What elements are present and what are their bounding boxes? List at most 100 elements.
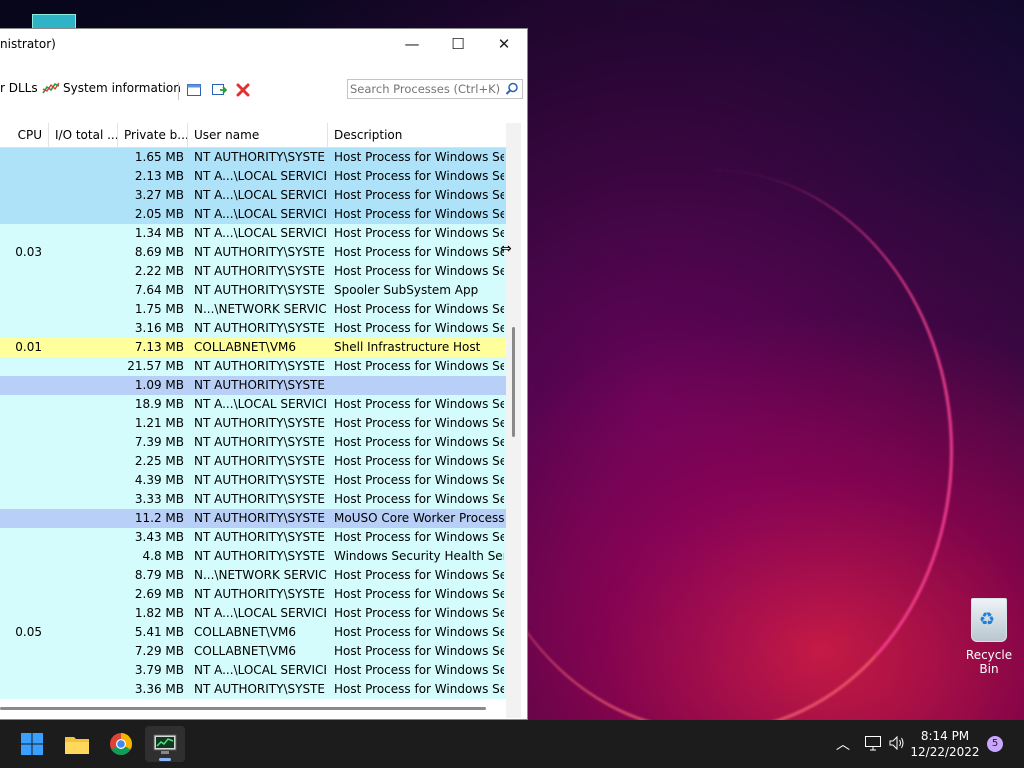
table-row[interactable]: 2.69 MB NT AUTHORITY\SYSTEM Host Process f… [0, 585, 506, 604]
table-row[interactable]: 8.79 MB N...\NETWORK SERVICE Host Process … [0, 566, 506, 585]
cell-cpu [0, 300, 44, 319]
cell-cpu: 0.01 [15, 340, 42, 354]
process-explorer-window[interactable]: nistrator) — ☐ ✕ r DLLs System informati… [0, 28, 528, 720]
window-icon[interactable] [186, 82, 202, 98]
table-row[interactable]: 1.09 MB NT AUTHORITY\SYSTEM [0, 376, 506, 395]
cell-private-bytes: 7.39 MB [134, 435, 184, 449]
maximize-button[interactable]: ☐ [435, 29, 481, 59]
cell-cpu [0, 509, 44, 528]
table-row[interactable]: 21.57 MB NT AUTHORITY\SYSTEM Host Process … [0, 357, 506, 376]
system-information-button[interactable]: System information [42, 81, 181, 95]
cell-user-name: NT AUTHORITY\SYSTEM [194, 264, 326, 278]
column-header-description[interactable]: Description [328, 123, 506, 147]
cell-description: Host Process for Windows Ser... [334, 302, 504, 316]
table-row[interactable]: 0.03 8.69 MB NT AUTHORITY\SYSTEM Host Proce… [0, 243, 506, 262]
cell-user-name: NT AUTHORITY\SYSTEM [194, 378, 326, 392]
cell-cpu [0, 186, 44, 205]
cell-description: Host Process for Windows Ser... [334, 245, 504, 259]
table-row[interactable]: 3.36 MB NT AUTHORITY\SYSTEM Host Process f… [0, 680, 506, 699]
show-hidden-icons-chevron-icon[interactable]: ︿ [836, 734, 850, 754]
cell-private-bytes: 7.29 MB [134, 644, 184, 658]
table-row[interactable]: 3.33 MB NT AUTHORITY\SYSTEM Host Process f… [0, 490, 506, 509]
cell-user-name: NT A...\LOCAL SERVICE [194, 606, 326, 620]
cell-private-bytes: 8.69 MB [134, 245, 184, 259]
table-row[interactable]: 2.25 MB NT AUTHORITY\SYSTEM Host Process f… [0, 452, 506, 471]
chrome-button[interactable] [101, 726, 141, 762]
cell-description [334, 376, 504, 395]
minimize-button[interactable]: — [389, 29, 435, 59]
column-header-io-total[interactable]: I/O total ... [49, 123, 118, 147]
network-icon[interactable] [864, 735, 882, 751]
table-row[interactable]: 0.01 7.13 MB COLLABNET\VM6 Shell Infrastruc… [0, 338, 506, 357]
title-bar[interactable]: nistrator) — ☐ ✕ [0, 29, 527, 59]
table-row[interactable]: 0.05 5.41 MB COLLABNET\VM6 Host Process for… [0, 623, 506, 642]
table-row[interactable]: 4.8 MB NT AUTHORITY\SYSTEM Windows Securit… [0, 547, 506, 566]
cell-user-name: NT AUTHORITY\SYSTEM [194, 682, 326, 696]
close-button[interactable]: ✕ [481, 29, 527, 59]
table-row[interactable]: 2.05 MB NT A...\LOCAL SERVICE Host Process… [0, 205, 506, 224]
cell-private-bytes: 2.69 MB [134, 587, 184, 601]
cell-cpu [0, 433, 44, 452]
cell-cpu [0, 471, 44, 490]
search-input[interactable] [350, 81, 500, 97]
table-row[interactable]: 7.39 MB NT AUTHORITY\SYSTEM Host Process f… [0, 433, 506, 452]
cell-cpu [0, 604, 44, 623]
process-explorer-taskbar-button[interactable] [145, 726, 185, 762]
recycle-bin-shortcut[interactable]: ♻ Recycle Bin [956, 598, 1022, 676]
cell-cpu: 0.05 [15, 625, 42, 639]
cell-description: Host Process for Windows Ser... [334, 207, 504, 221]
vertical-scroll-thumb[interactable] [512, 327, 515, 437]
column-header-private-bytes[interactable]: Private b... [118, 123, 188, 147]
dlls-button[interactable]: r DLLs [0, 81, 38, 95]
column-header-row: CPU I/O total ... Private b... User name… [0, 123, 506, 148]
taskbar: ︿ 8:14 PM 12/22/2022 [0, 720, 1024, 768]
cell-private-bytes: 1.75 MB [134, 302, 184, 316]
cell-private-bytes: 1.65 MB [134, 150, 184, 164]
column-header-cpu[interactable]: CPU [0, 123, 49, 147]
process-explorer-icon [153, 734, 177, 754]
start-button[interactable] [12, 726, 52, 762]
kill-process-icon[interactable] [235, 82, 251, 98]
cell-description: Host Process for Windows Ser... [334, 663, 504, 677]
find-window-icon[interactable] [211, 82, 227, 98]
system-information-label: System information [63, 81, 181, 95]
table-row[interactable]: 7.64 MB NT AUTHORITY\SYSTEM Spooler SubSys… [0, 281, 506, 300]
table-row[interactable]: 2.13 MB NT A...\LOCAL SERVICE Host Process… [0, 167, 506, 186]
table-row[interactable]: 4.39 MB NT AUTHORITY\SYSTEM Host Process f… [0, 471, 506, 490]
volume-icon[interactable] [888, 735, 906, 751]
process-list[interactable]: CPU I/O total ... Private b... User name… [0, 123, 506, 718]
table-row[interactable]: 7.29 MB COLLABNET\VM6 Host Process for Win… [0, 642, 506, 661]
table-row[interactable]: 1.75 MB N...\NETWORK SERVICE Host Process … [0, 300, 506, 319]
vertical-scrollbar[interactable] [506, 123, 521, 718]
table-row[interactable]: 3.16 MB NT AUTHORITY\SYSTEM Host Process f… [0, 319, 506, 338]
table-row[interactable]: 1.65 MB NT AUTHORITY\SYSTEM Host Process f… [0, 148, 506, 167]
notification-badge[interactable]: 5 [987, 736, 1003, 752]
search-box[interactable] [347, 79, 523, 99]
cell-private-bytes: 3.27 MB [134, 188, 184, 202]
horizontal-scroll-thumb[interactable] [0, 707, 486, 710]
cell-description: Spooler SubSystem App [334, 283, 479, 297]
cell-cpu [0, 224, 44, 243]
recycle-bin-label: Recycle Bin [965, 648, 1013, 676]
search-icon[interactable] [505, 82, 519, 96]
table-row[interactable]: 1.34 MB NT A...\LOCAL SERVICE Host Process… [0, 224, 506, 243]
table-row[interactable]: 2.22 MB NT AUTHORITY\SYSTEM Host Process f… [0, 262, 506, 281]
table-row[interactable]: 18.9 MB NT A...\LOCAL SERVICE Host Process… [0, 395, 506, 414]
table-row[interactable]: 3.27 MB NT A...\LOCAL SERVICE Host Process… [0, 186, 506, 205]
clock[interactable]: 8:14 PM 12/22/2022 [910, 728, 980, 760]
cell-description: Host Process for Windows Ser... [334, 473, 504, 487]
table-row[interactable]: 11.2 MB NT AUTHORITY\SYSTEM MoUSO Core Wor… [0, 509, 506, 528]
column-header-user-name[interactable]: User name [188, 123, 328, 147]
resize-cursor-icon: ⇔ [500, 241, 512, 257]
cell-private-bytes: 3.79 MB [134, 663, 184, 677]
table-row[interactable]: 1.82 MB NT A...\LOCAL SERVICE Host Process… [0, 604, 506, 623]
table-row[interactable]: 1.21 MB NT AUTHORITY\SYSTEM Host Process f… [0, 414, 506, 433]
table-row[interactable]: 3.79 MB NT A...\LOCAL SERVICE Host Process… [0, 661, 506, 680]
table-row[interactable]: 3.43 MB NT AUTHORITY\SYSTEM Host Process f… [0, 528, 506, 547]
file-explorer-button[interactable] [57, 726, 97, 762]
clock-time: 8:14 PM [920, 729, 970, 743]
cell-private-bytes: 4.39 MB [134, 473, 184, 487]
cell-description: Host Process for Windows Ser... [334, 644, 504, 658]
cell-cpu [0, 566, 44, 585]
cell-private-bytes: 3.36 MB [134, 682, 184, 696]
